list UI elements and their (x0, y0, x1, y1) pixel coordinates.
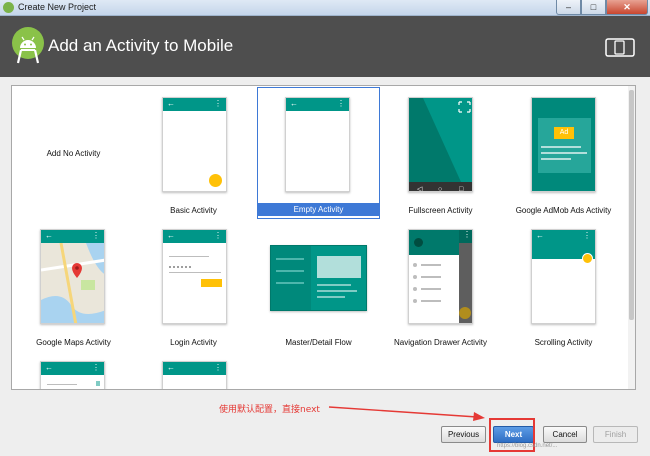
tile-login-activity[interactable]: ← ⋮ Login Activity (132, 218, 255, 350)
tile-scrolling-activity[interactable]: ← ⋮ Scrolling Activity (502, 218, 625, 350)
close-button[interactable]: ✕ (606, 0, 648, 15)
overflow-menu-icon: ⋮ (214, 99, 222, 108)
tile-fullscreen-activity[interactable]: ◁ ○ □ Fullscreen Activity (379, 86, 502, 218)
tile-label: Fullscreen Activity (408, 206, 473, 215)
overflow-menu-icon: ⋮ (214, 231, 222, 240)
maximize-button[interactable]: □ (581, 0, 606, 15)
scrolling-activity-preview: ← ⋮ (531, 229, 596, 324)
gallery-scrollbar-thumb[interactable] (629, 90, 634, 320)
wizard-header: Add an Activity to Mobile (0, 16, 650, 77)
overflow-menu-icon: ⋮ (92, 231, 100, 240)
back-arrow-icon: ← (45, 363, 53, 372)
page-title: Add an Activity to Mobile (48, 36, 234, 55)
annotation-arrow-icon (328, 406, 485, 421)
tile-label: Basic Activity (170, 206, 217, 215)
tile-label: Master/Detail Flow (285, 338, 352, 347)
tile-label: Empty Activity (257, 203, 380, 216)
tablet-phone-icon (605, 38, 635, 57)
tile-master-detail-flow[interactable]: Master/Detail Flow (257, 218, 380, 350)
finish-button[interactable]: Finish (593, 426, 638, 443)
minimize-button[interactable]: – (556, 0, 581, 15)
admob-activity-preview: Ad (531, 97, 596, 192)
map-graphic (41, 242, 104, 323)
back-arrow-icon: ← (45, 231, 53, 240)
back-arrow-icon: ← (167, 99, 175, 108)
tile-partial-3a[interactable]: ← ⋮ (12, 350, 135, 389)
annotation-text: 使用默认配置，直接next (219, 405, 320, 415)
cancel-button[interactable]: Cancel (543, 426, 587, 443)
previous-button[interactable]: Previous (441, 426, 486, 443)
tile-empty-activity[interactable]: ← ⋮ Empty Activity (257, 87, 380, 219)
partial-preview: ← ⋮ (162, 361, 227, 389)
back-arrow-icon: ← (167, 363, 175, 372)
tile-admob-activity[interactable]: Ad Google AdMob Ads Activity (502, 86, 625, 218)
svg-text:◁: ◁ (417, 186, 423, 192)
login-activity-preview: ← ⋮ (162, 229, 227, 324)
master-detail-preview (270, 245, 367, 311)
fullscreen-graphic: ◁ ○ □ (409, 98, 472, 192)
tile-label: Add No Activity (46, 149, 101, 158)
tile-label: Login Activity (170, 338, 217, 347)
tile-basic-activity[interactable]: ← ⋮ Basic Activity (132, 86, 255, 218)
maps-activity-preview: ← ⋮ (40, 229, 105, 324)
tile-maps-activity[interactable]: ← ⋮ Google Maps Activity (12, 218, 135, 350)
fullscreen-activity-preview: ◁ ○ □ (408, 97, 473, 192)
tile-partial-3b[interactable]: ← ⋮ (132, 350, 255, 389)
partial-preview: ← ⋮ (40, 361, 105, 389)
svg-text:○: ○ (438, 186, 442, 192)
overflow-menu-icon: ⋮ (459, 230, 472, 243)
fab-icon (459, 307, 471, 319)
window-title: Create New Project (18, 2, 97, 12)
nav-drawer-preview: ⋮ (408, 229, 473, 324)
android-studio-icon (3, 2, 14, 13)
tile-add-no-activity[interactable]: Add No Activity (12, 86, 135, 218)
tile-navigation-drawer-activity[interactable]: ⋮ Navigation Drawer Activity (379, 218, 502, 350)
overflow-menu-icon: ⋮ (214, 363, 222, 372)
overflow-menu-icon: ⋮ (583, 231, 591, 240)
back-arrow-icon: ← (167, 231, 175, 240)
back-arrow-icon: ← (290, 99, 298, 108)
fab-icon (209, 174, 222, 187)
empty-activity-preview: ← ⋮ (285, 97, 350, 192)
window-title-bar: Create New Project – □ ✕ (0, 0, 650, 16)
android-logo-icon (12, 27, 44, 64)
back-arrow-icon: ← (536, 231, 544, 240)
tile-label: Google AdMob Ads Activity (515, 206, 612, 215)
tile-label: Google Maps Activity (36, 338, 111, 347)
tile-label: Scrolling Activity (534, 338, 593, 347)
ad-badge: Ad (554, 127, 574, 139)
overflow-menu-icon: ⋮ (337, 99, 345, 108)
watermark: https://blog.csdn.net/... (497, 443, 558, 449)
fab-icon (582, 253, 593, 264)
activity-gallery: Add No Activity ← ⋮ Basic Activity ← ⋮ Emp… (11, 85, 636, 390)
overflow-menu-icon: ⋮ (92, 363, 100, 372)
basic-activity-preview: ← ⋮ (162, 97, 227, 192)
window-controls: – □ ✕ (556, 0, 648, 15)
tile-label: Navigation Drawer Activity (394, 338, 487, 347)
